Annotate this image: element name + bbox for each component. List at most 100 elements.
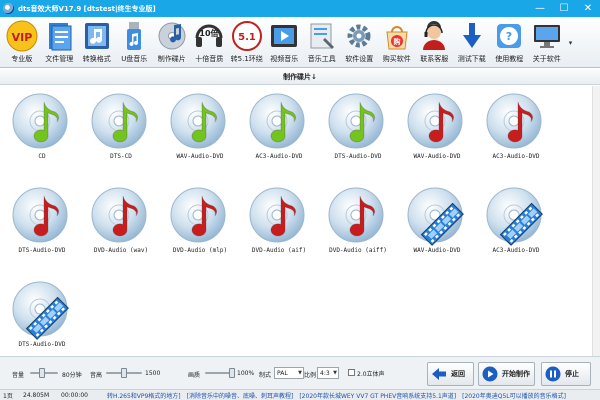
- toolbar-button-settings-gear[interactable]: 软件设置: [341, 17, 379, 68]
- start-button-label: 开始制作: [502, 370, 530, 378]
- toolbar-button-vip[interactable]: VIP 专业版: [3, 17, 41, 68]
- disc-type-item[interactable]: AC3-Audio-DVD: [476, 180, 556, 265]
- disc-type-label: DVD-Audio (aif): [251, 247, 307, 254]
- play-icon: [482, 366, 498, 382]
- video-disc-icon: [485, 184, 547, 246]
- quality-slider[interactable]: [205, 368, 235, 378]
- status-link-1[interactable]: 转H.265和VP9格式的地方]: [104, 391, 184, 400]
- disc-type-label: DTS-Audio-DVD: [18, 247, 66, 254]
- toolbar-button-disc-maker[interactable]: 制作碟片: [153, 17, 191, 68]
- test-download-icon: [456, 19, 488, 52]
- disc-type-label: WAV-Audio-DVD: [176, 153, 224, 160]
- music-disc-icon: [90, 184, 152, 246]
- disc-type-item[interactable]: AC3-Audio-DVD: [239, 86, 319, 171]
- ratio-select-value: 4:3: [320, 369, 330, 377]
- settings-gear-icon: [343, 19, 375, 52]
- toolbar-button-convert-format[interactable]: 转换格式: [78, 17, 116, 68]
- disc-type-item[interactable]: DTS-Audio-DVD: [2, 274, 82, 359]
- music-disc-icon: [169, 90, 231, 152]
- disc-type-label: WAV-Audio-DVD: [413, 153, 461, 160]
- toolbar-button-label: 转5.1环绕: [230, 55, 263, 63]
- quality-slider-thumb[interactable]: [229, 368, 235, 378]
- stereo-checkbox[interactable]: [348, 369, 355, 376]
- disc-type-label: AC3-Audio-DVD: [255, 153, 303, 160]
- close-button[interactable]: ✕: [576, 0, 600, 17]
- toolbar-button-file-manager[interactable]: 文件管理: [41, 17, 79, 68]
- toolbar-button-label: 文件管理: [45, 55, 74, 63]
- toolbar-button-customer-service[interactable]: 联系客服: [416, 17, 454, 68]
- disc-type-item[interactable]: DVD-Audio (wav): [81, 180, 161, 265]
- disc-type-item[interactable]: WAV-Audio-DVD: [397, 180, 477, 265]
- chevron-down-icon: ▼: [298, 370, 302, 376]
- disc-type-item[interactable]: DVD-Audio (aiff): [318, 180, 398, 265]
- grid-scrollbar[interactable]: [592, 86, 600, 356]
- toolbar-button-video-music[interactable]: 视频音乐: [266, 17, 304, 68]
- disc-type-item[interactable]: DTS-Audio-DVD: [2, 180, 82, 265]
- status-link-4[interactable]: [2020年奥迪Q5L可以播放的音乐格式]: [459, 391, 569, 400]
- main-toolbar: VIP 专业版 文件管理 转换格式 U盘音乐 制作碟片 10倍 十倍音质 5.1 转5.1环绕 视频…: [0, 17, 600, 68]
- pitch-value: 1500: [145, 370, 161, 377]
- format-select-value: PAL: [277, 369, 288, 377]
- toolbar-more-button[interactable]: ▾: [566, 17, 576, 68]
- disc-type-item[interactable]: DTS-CD: [81, 86, 161, 171]
- ten-times-quality-icon: 10倍: [193, 19, 225, 52]
- ratio-select[interactable]: 4:3 ▼: [317, 367, 339, 379]
- surround-5-1-icon: 5.1: [231, 19, 263, 52]
- disc-type-label: DVD-Audio (aiff): [329, 247, 387, 254]
- music-disc-icon: [90, 90, 152, 152]
- pitch-slider[interactable]: [106, 368, 142, 378]
- disc-type-label: DVD-Audio (wav): [93, 247, 149, 254]
- section-header: 制作碟片↓: [0, 69, 600, 85]
- toolbar-button-label: 制作碟片: [157, 55, 186, 63]
- toolbar-button-label: 十倍音质: [195, 55, 224, 63]
- status-link-2[interactable]: [消除音乐中的噪音、底噪、刺耳声教程]: [184, 391, 297, 400]
- toolbar-button-label: 专业版: [11, 55, 33, 63]
- toolbar-button-music-tools[interactable]: 音乐工具: [303, 17, 341, 68]
- toolbar-button-label: 联系客服: [420, 55, 449, 63]
- svg-text:VIP: VIP: [11, 31, 32, 44]
- stop-button[interactable]: 停止: [541, 362, 591, 386]
- disc-type-item[interactable]: AC3-Audio-DVD: [476, 86, 556, 171]
- pitch-label: 音高: [90, 372, 103, 379]
- disc-type-grid: CD DTS-CD WAV-Audio-DVD AC3-Audio-DVD DT…: [0, 86, 592, 356]
- disc-type-item[interactable]: DVD-Audio (aif): [239, 180, 319, 265]
- toolbar-button-about-software[interactable]: 关于软件: [528, 17, 566, 68]
- toolbar-button-label: 软件设置: [345, 55, 374, 63]
- pitch-slider-thumb[interactable]: [121, 368, 127, 378]
- toolbar-button-usb-music[interactable]: U盘音乐: [116, 17, 154, 68]
- start-button[interactable]: 开始制作: [478, 362, 535, 386]
- disc-type-item[interactable]: WAV-Audio-DVD: [160, 86, 240, 171]
- music-disc-icon: [327, 90, 389, 152]
- disc-type-item[interactable]: CD: [2, 86, 82, 171]
- about-software-icon: [531, 19, 563, 52]
- window-title: dts音效大师V17.9 [dtstest|终生专业版]: [18, 4, 156, 13]
- stereo-label: 2.0立体声: [357, 371, 385, 378]
- disc-type-item[interactable]: DVD-Audio (mlp): [160, 180, 240, 265]
- disc-type-item[interactable]: WAV-Audio-DVD: [397, 86, 477, 171]
- maximize-button[interactable]: ☐: [552, 0, 576, 17]
- volume-slider-thumb[interactable]: [39, 368, 45, 378]
- toolbar-button-test-download[interactable]: 测试下载: [453, 17, 491, 68]
- quality-label: 画质: [188, 372, 201, 379]
- disc-type-label: DTS-Audio-DVD: [18, 341, 66, 348]
- disc-type-label: CD: [38, 153, 46, 160]
- volume-slider[interactable]: [30, 368, 58, 378]
- toolbar-button-surround-5-1[interactable]: 5.1 转5.1环绕: [228, 17, 266, 68]
- toolbar-button-label: 关于软件: [532, 55, 561, 63]
- status-bar: 1页 24.805M 00:00:00 转H.265和VP9格式的地方] [消除…: [0, 389, 600, 400]
- svg-text:购: 购: [393, 37, 400, 46]
- music-disc-icon: [485, 90, 547, 152]
- toolbar-button-buy-software[interactable]: 购购买软件: [378, 17, 416, 68]
- status-link-3[interactable]: [2020年款长城WEY VV7 GT PHEV音响系统支持5.1声道]: [296, 391, 459, 400]
- controls-bar: 音量 80分钟 音高 1500 画质 100% 制式 PAL ▼ 比例 4:3 …: [0, 356, 600, 389]
- window-controls: — ☐ ✕: [528, 0, 600, 17]
- minimize-button[interactable]: —: [528, 0, 552, 17]
- disc-type-item[interactable]: DTS-Audio-DVD: [318, 86, 398, 171]
- toolbar-button-help-tutorial[interactable]: ? 使用教程: [491, 17, 529, 68]
- music-disc-icon: [169, 184, 231, 246]
- toolbar-button-ten-times-quality[interactable]: 10倍十倍音质: [191, 17, 229, 68]
- video-music-icon: [268, 19, 300, 52]
- format-select[interactable]: PAL ▼: [274, 367, 304, 379]
- svg-text:?: ?: [506, 30, 512, 43]
- back-button[interactable]: 返回: [427, 362, 474, 386]
